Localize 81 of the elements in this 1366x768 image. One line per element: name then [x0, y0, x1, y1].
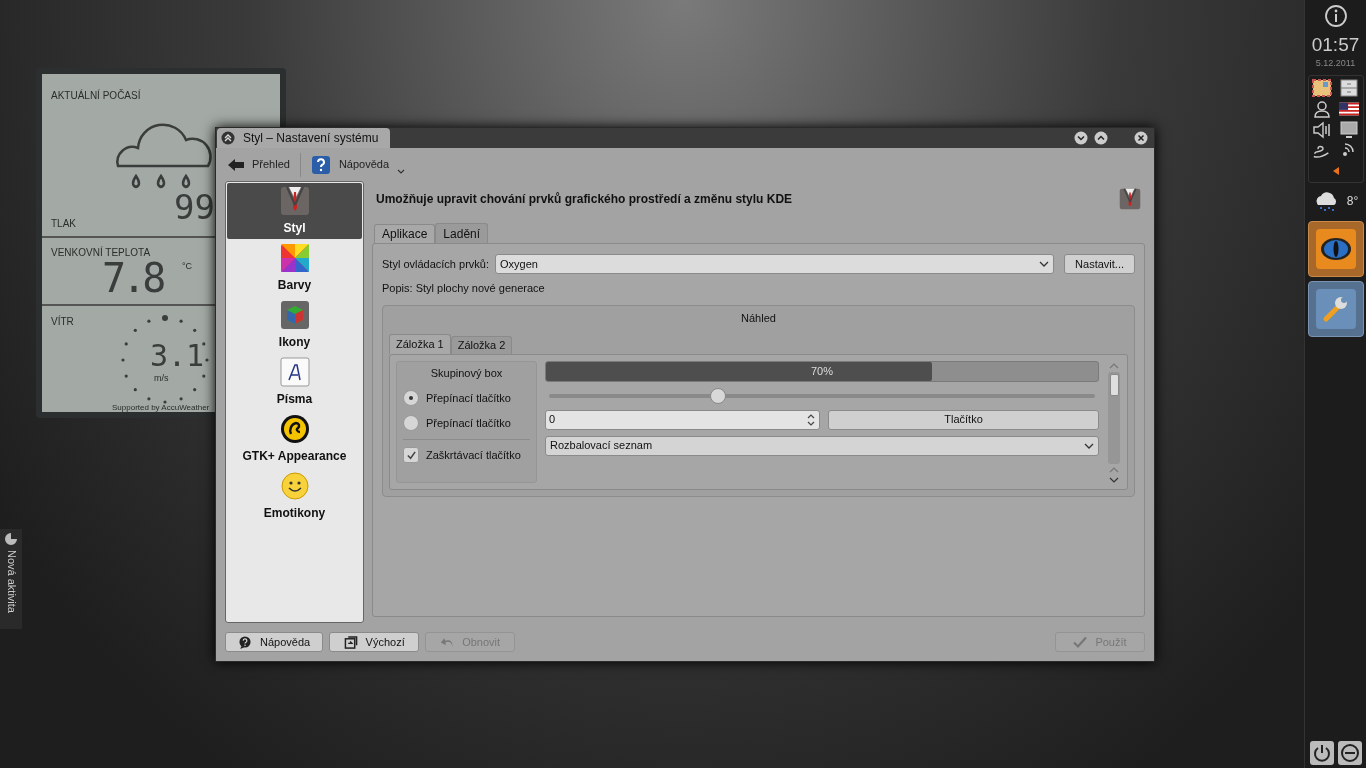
check-icon: [1073, 635, 1088, 649]
wrench-icon: [1315, 288, 1356, 329]
close-icon[interactable]: [1134, 131, 1148, 145]
widget-title: AKTUÁLNÍ POČASÍ: [51, 88, 141, 103]
envelope-icon[interactable]: [1312, 78, 1332, 97]
header-text: Umožňuje upravit chování prvků grafického prostředí a změnu stylu KDE: [376, 191, 794, 208]
task-button[interactable]: [1307, 280, 1364, 337]
help-button[interactable]: Nápověda: [308, 151, 408, 178]
speaker-icon[interactable]: [1312, 120, 1332, 139]
description-text: Popis: Styl plochy nové generace: [382, 281, 546, 296]
cabinet-icon[interactable]: [1339, 78, 1359, 97]
color-wheel-icon: [279, 242, 310, 273]
temperature-value: 7.8: [102, 258, 163, 298]
radio-label: Přepínací tlačítko: [426, 390, 511, 406]
scroll-thumb[interactable]: [1109, 373, 1119, 396]
temperature-label: VENKOVNÍ TEPLOTA: [51, 245, 151, 260]
progress-reading: 70%: [811, 363, 833, 379]
group-title: Skupinový box: [430, 366, 503, 382]
sidebar-item[interactable]: Styl: [227, 183, 362, 239]
pressure-value: 99: [174, 190, 215, 224]
menu-icon[interactable]: [221, 131, 235, 145]
tab[interactable]: Ladění: [435, 223, 489, 243]
style-dropdown[interactable]: Oxygen: [495, 254, 1055, 274]
window-title: Styl – Nastavení systému: [243, 130, 380, 147]
dialog-button[interactable]: Výchozí: [329, 632, 420, 652]
activity-icon[interactable]: [4, 532, 18, 546]
wind-value: 3.1: [150, 341, 205, 371]
radio-button[interactable]: [403, 415, 419, 431]
slider[interactable]: [549, 387, 1095, 404]
dialog-button[interactable]: Nápověda: [225, 632, 324, 652]
pressure-label: TLAK: [51, 217, 76, 231]
sidebar-item[interactable]: Emotikony: [227, 468, 362, 524]
info-icon[interactable]: [1323, 4, 1348, 28]
cube-icon: [279, 299, 310, 330]
tab[interactable]: Záložka 2: [450, 335, 513, 354]
tab[interactable]: Aplikace: [374, 224, 436, 243]
field-label: Styl ovládacích prvků:: [382, 256, 489, 272]
radio-button[interactable]: [403, 390, 419, 406]
user-icon[interactable]: [1312, 99, 1332, 118]
preview-button[interactable]: Tlačítko: [828, 409, 1099, 430]
back-button[interactable]: Přehled: [226, 151, 292, 178]
suit-icon: [279, 185, 310, 216]
chevron-down-icon: [1084, 442, 1094, 449]
weather-temperature[interactable]: 8°: [1346, 191, 1359, 210]
check-icon: [405, 449, 417, 461]
checkbox[interactable]: [403, 447, 419, 463]
sidebar-item[interactable]: GTK+ Appearance: [227, 411, 362, 467]
configure-button[interactable]: Nastavit...: [1064, 254, 1135, 274]
task-button[interactable]: [1307, 220, 1364, 277]
minimize-icon[interactable]: [1074, 131, 1088, 145]
power-icon[interactable]: [1309, 741, 1334, 765]
slider-thumb[interactable]: [710, 387, 727, 404]
credit-text: Supported by AccuWeather: [112, 402, 210, 414]
tab[interactable]: Záložka 1: [389, 333, 451, 354]
checkbox-label: Zaškrtávací tlačítko: [426, 447, 521, 463]
sidebar-item[interactable]: Barvy: [227, 240, 362, 296]
maximize-icon[interactable]: [1094, 131, 1108, 145]
expand-arrow-icon[interactable]: [1332, 166, 1339, 175]
help-icon: [238, 635, 252, 649]
spin-arrows-icon[interactable]: [806, 412, 816, 427]
smiley-icon: [279, 470, 310, 501]
wind-label: VÍTR: [51, 314, 74, 329]
font-icon: [279, 356, 310, 387]
scroll-down-icon[interactable]: [1109, 476, 1119, 483]
back-arrow-icon: [228, 158, 244, 171]
help-icon: [310, 154, 331, 175]
temperature-unit: °C: [182, 260, 193, 273]
wind-unit: m/s: [154, 372, 169, 385]
eye-icon: [1315, 228, 1356, 269]
sidebar-item[interactable]: Ikony: [227, 297, 362, 353]
chevron-down-icon: [1039, 261, 1050, 267]
sidebar-item[interactable]: Písma: [227, 354, 362, 410]
spin-box[interactable]: 0: [545, 409, 820, 430]
clock-time[interactable]: 01:57: [1311, 35, 1360, 54]
clock-date: 5.12.2011: [1315, 57, 1356, 70]
radio-label: Přepínací tlačítko: [426, 415, 511, 431]
monitor-icon[interactable]: [1339, 120, 1359, 139]
suit-icon: [1119, 188, 1141, 210]
dropdown-caret-icon: [397, 169, 406, 174]
preview-title: Náhled: [741, 311, 776, 327]
preview-dropdown[interactable]: Rozbalovací seznam: [545, 435, 1099, 456]
